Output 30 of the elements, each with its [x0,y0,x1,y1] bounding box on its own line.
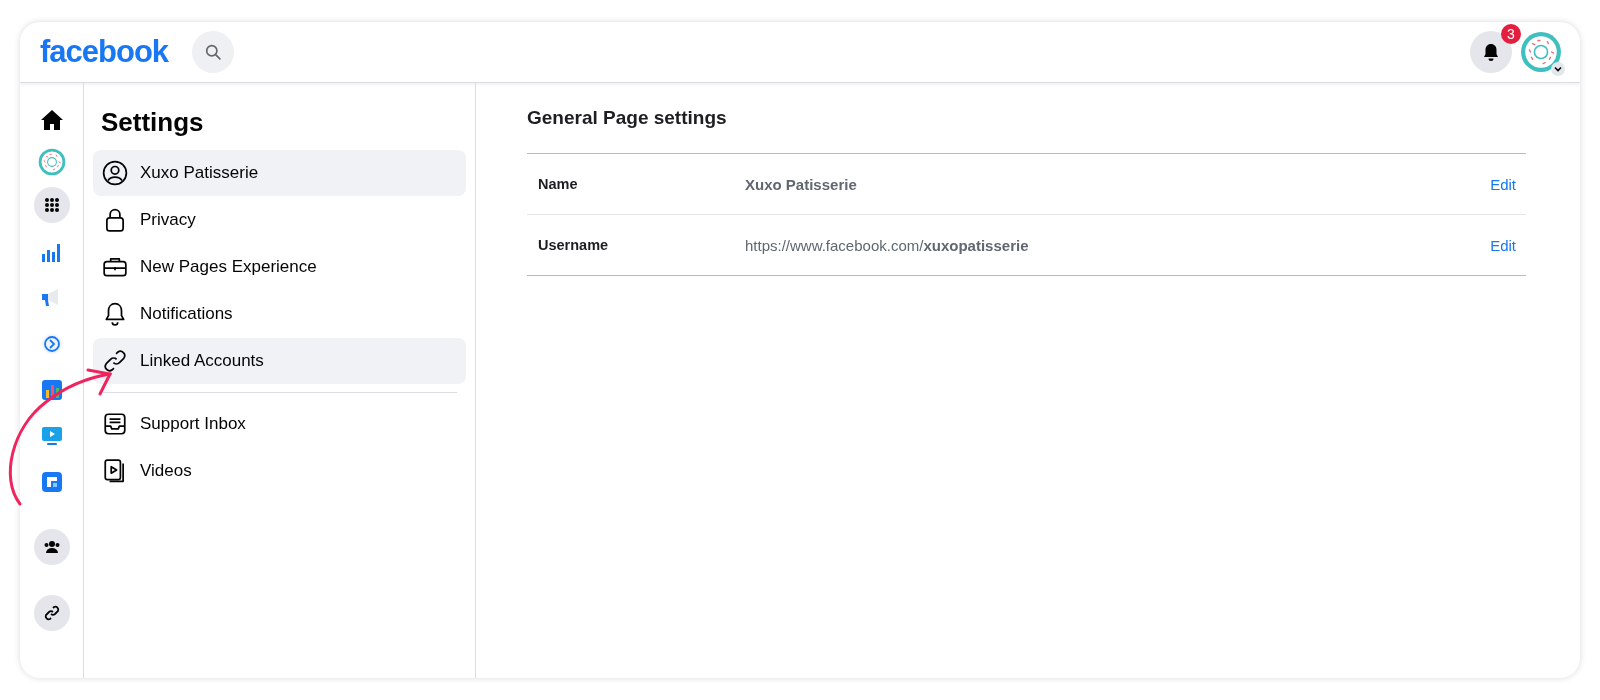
account-avatar[interactable] [1520,31,1562,73]
edit-link[interactable]: Edit [1480,175,1526,193]
bell-icon [1481,42,1501,62]
settings-menu-item[interactable]: Linked Accounts [93,338,466,384]
search-button[interactable] [192,31,235,73]
link-icon[interactable] [33,595,70,631]
setting-label: Name [537,176,579,192]
profile-icon [102,160,128,186]
settings-menu-item[interactable]: Notifications [93,291,466,337]
settings-menu-item[interactable]: Xuxo Patisserie [93,150,466,196]
search-icon [204,43,222,61]
setting-value: https://www.facebook.com/xuxopatisserie [745,236,1030,254]
notifications-button[interactable] [1470,31,1512,73]
settings-heading: Settings [101,107,205,138]
setting-label: Username [537,237,610,253]
link-icon [102,348,128,374]
settings-menu-item[interactable]: Support Inbox [93,401,466,447]
settings-menu-item[interactable]: Videos [93,448,466,494]
setting-value: Xuxo Patisserie [745,175,858,193]
page-settings-heading: General Page settings [527,107,728,129]
bell-icon [102,301,128,327]
chevron-icon [1551,62,1565,76]
people-icon[interactable] [33,529,70,565]
facebook-logo[interactable]: facebook [40,34,169,70]
settings-menu-item[interactable]: New Pages Experience [93,244,466,290]
settings-menu-item[interactable]: Privacy [93,197,466,243]
notification-badge: 3 [1501,24,1521,44]
edit-link[interactable]: Edit [1480,236,1526,254]
grid-icon[interactable] [33,187,70,223]
inbox-icon [102,411,128,437]
